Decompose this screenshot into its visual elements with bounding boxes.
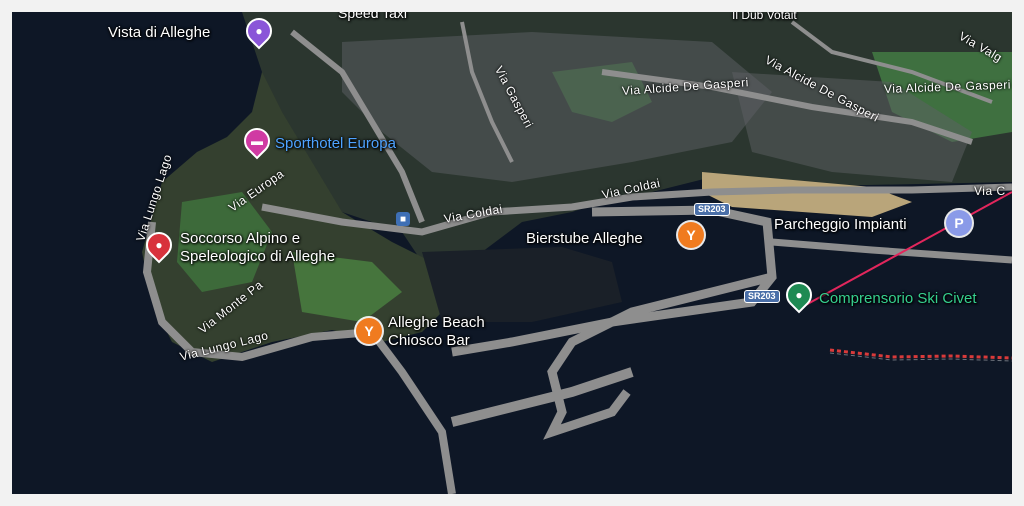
dark-shadow-area [422, 247, 622, 322]
cocktail-icon[interactable]: Y [678, 222, 704, 248]
road-badge-sr203-2: SR203 [744, 290, 780, 303]
place-label-speed-taxi[interactable]: Speed Taxi [338, 12, 407, 22]
street-label-via-c: Via C [974, 184, 1006, 198]
lake-route [829, 348, 1012, 360]
place-label-alleghe-beach[interactable]: Alleghe Beach Chiosco Bar [388, 314, 485, 350]
road-badge-sr203: SR203 [694, 203, 730, 216]
place-label-soccorso-alpino[interactable]: Soccorso Alpino e Speleologico di Allegh… [180, 230, 335, 266]
parking-icon[interactable]: P [946, 210, 972, 236]
place-label-sporthotel-europa[interactable]: Sporthotel Europa [275, 135, 396, 153]
place-label-comprensorio-ski-civetta[interactable]: Comprensorio Ski Civet [819, 290, 977, 308]
bus-stop-icon[interactable]: ■ [396, 212, 410, 226]
place-label-top-bar[interactable]: Il Dub Votait [732, 12, 797, 24]
map-frame[interactable]: Via Lungo Lago Via Lungo Lago Via Europa… [12, 12, 1012, 494]
place-label-parcheggio-impianti[interactable]: Parcheggio Impianti [774, 216, 907, 234]
place-label-vista-di-alleghe[interactable]: Vista di Alleghe [108, 24, 210, 42]
cocktail-icon-beach[interactable]: Y [356, 318, 382, 344]
place-label-bierstube-alleghe[interactable]: Bierstube Alleghe [526, 230, 643, 248]
